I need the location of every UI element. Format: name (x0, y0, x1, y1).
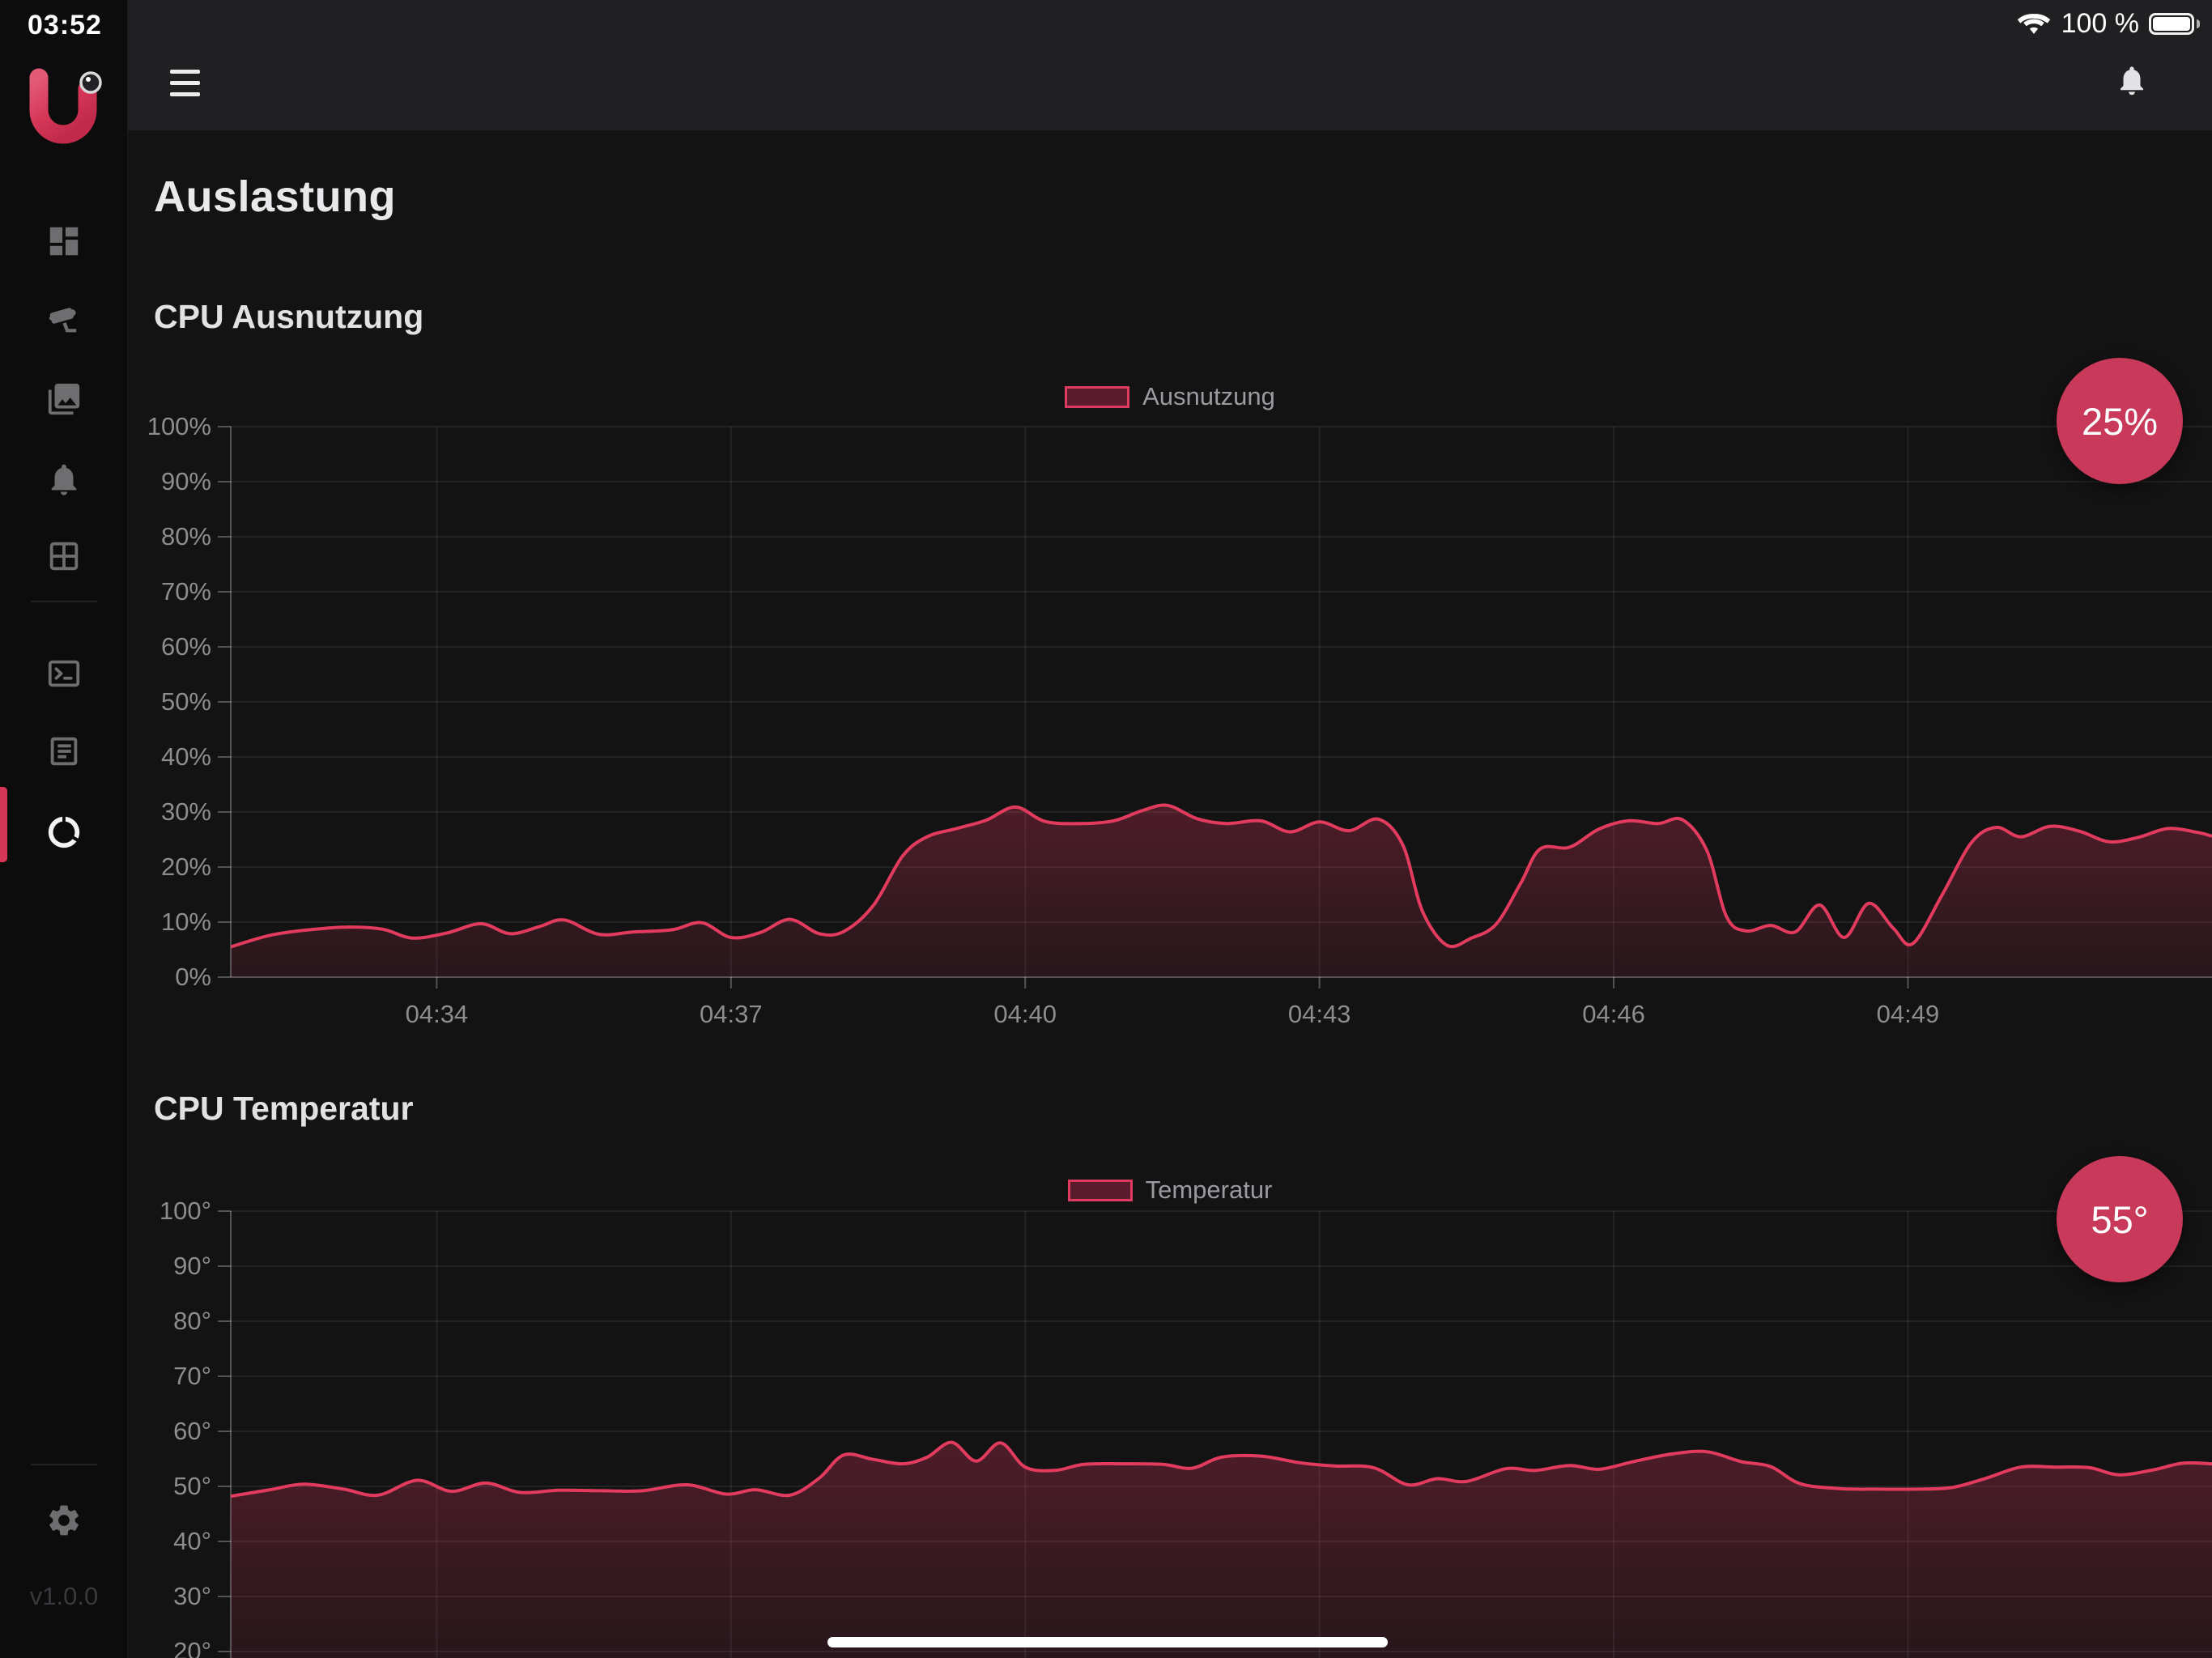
page-title: Auslastung (154, 172, 396, 222)
y-axis-label: 80° (173, 1307, 211, 1335)
sidebar-item-cameras[interactable] (45, 303, 83, 340)
x-axis-label: 04:37 (700, 1000, 763, 1028)
hamburger-menu-icon[interactable] (170, 70, 200, 96)
y-axis-label: 30° (173, 1582, 211, 1610)
status-icons: 100 % (2016, 8, 2194, 40)
cpu-usage-chart: 0% 10% 20% 30% 40% 50% 60% 70% 80% 90% 100% 04:34 04… (0, 405, 2212, 1044)
x-axis-label: 04:43 (1288, 1000, 1351, 1028)
battery-percent: 100 % (2061, 8, 2139, 40)
y-axis-label: 20° (173, 1637, 211, 1658)
battery-icon (2149, 13, 2194, 35)
app-logo (26, 68, 102, 152)
chart2-title: CPU Temperatur (154, 1090, 413, 1128)
y-axis-label: 30% (161, 797, 211, 826)
x-axis-label: 04:40 (993, 1000, 1057, 1028)
x-axis-label: 04:34 (406, 1000, 469, 1028)
series-area (231, 805, 2212, 977)
y-axis-label: 100% (147, 412, 211, 440)
u-camera-logo-icon (26, 68, 102, 152)
y-axis-label: 40° (173, 1527, 211, 1555)
dashboard-icon (45, 223, 83, 260)
y-axis-label: 50% (161, 687, 211, 716)
header-bar: 100 % (128, 0, 2212, 130)
cpu-usage-badge: 25% (2057, 358, 2183, 484)
sidebar-item-dashboard[interactable] (45, 223, 83, 260)
home-indicator[interactable] (827, 1637, 1388, 1647)
x-axis-label: 04:49 (1877, 1000, 1940, 1028)
cpu-temperature-chart: 20° 30° 40° 50° 60° 70° 80° 90° 100° (0, 1188, 2212, 1658)
bell-icon (2115, 62, 2149, 99)
series-area (231, 1443, 2212, 1658)
y-axis-label: 90° (173, 1252, 211, 1280)
y-axis-label: 60% (161, 632, 211, 661)
y-axis-label: 80% (161, 522, 211, 551)
y-axis-label: 90% (161, 467, 211, 495)
y-axis-label: 40% (161, 742, 211, 771)
cpu-temperature-badge: 55° (2057, 1156, 2183, 1282)
y-axis-label: 0% (175, 963, 211, 991)
y-axis-label: 100° (160, 1197, 211, 1225)
y-axis-label: 50° (173, 1472, 211, 1500)
chart1-title: CPU Ausnutzung (154, 298, 423, 336)
y-axis-label: 10% (161, 908, 211, 936)
status-time: 03:52 (28, 10, 102, 41)
header-bell-button[interactable] (2115, 62, 2149, 99)
y-axis-label: 70% (161, 577, 211, 606)
x-axis-label: 04:46 (1582, 1000, 1645, 1028)
y-axis-label: 70° (173, 1362, 211, 1390)
y-axis-label: 60° (173, 1417, 211, 1445)
wifi-icon (2016, 11, 2052, 38)
y-axis-label: 20% (161, 852, 211, 881)
cctv-camera-icon (45, 303, 83, 340)
